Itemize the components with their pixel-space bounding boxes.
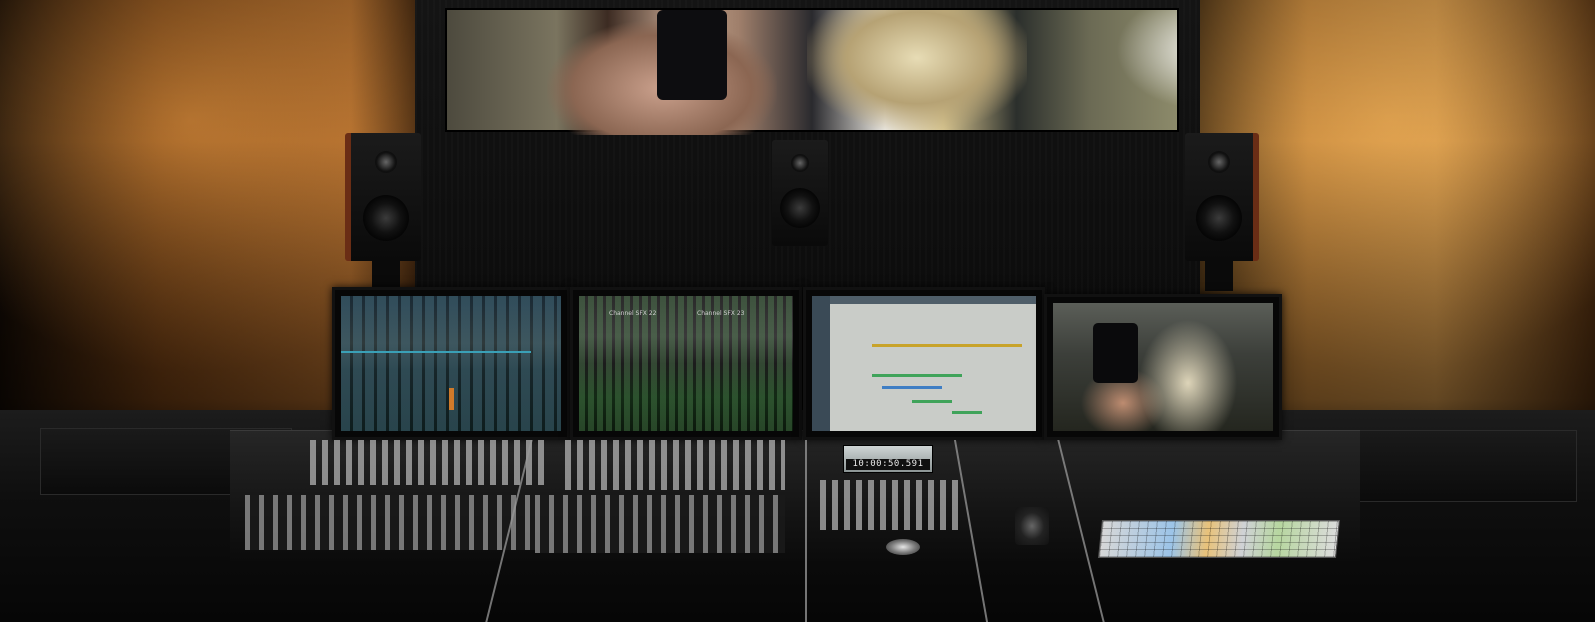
projected-figure [807, 10, 1027, 130]
center-woofer [780, 188, 820, 228]
projected-gun [657, 10, 727, 100]
daw-track [952, 411, 982, 414]
left-speaker [345, 133, 421, 261]
button-rows-center [565, 440, 785, 490]
center-speaker [772, 140, 828, 246]
timecode-display: 10:00:50.591 [843, 445, 933, 473]
studio-photo: Channel SFX 22 Channel SFX 23 10:00:50.5… [0, 0, 1595, 622]
daw-track [872, 374, 962, 377]
video-gun [1093, 323, 1138, 383]
daw-track [912, 400, 952, 403]
timecode-readout: 10:00:50.591 [846, 459, 930, 470]
video-screen [1053, 303, 1273, 431]
meter-strip [341, 351, 531, 353]
center-tweeter [791, 154, 809, 172]
right-speaker-stand [1205, 261, 1233, 291]
jog-wheel [886, 539, 920, 555]
video-monitor [1044, 294, 1282, 440]
daw-monitor [803, 287, 1045, 440]
left-woofer [363, 195, 409, 241]
mixer-monitor [332, 287, 570, 440]
transport-buttons [820, 480, 960, 530]
right-tweeter [1208, 151, 1230, 173]
button-rows-left [310, 440, 545, 485]
right-speaker [1185, 133, 1259, 261]
daw-track [872, 344, 1022, 347]
surround-joystick [1015, 507, 1049, 545]
daw-screen [812, 296, 1036, 431]
right-woofer [1196, 195, 1242, 241]
channel-screen: Channel SFX 22 Channel SFX 23 [579, 296, 793, 431]
console-edge [805, 440, 807, 622]
left-tweeter [375, 151, 397, 173]
channel-label-2: Channel SFX 23 [697, 310, 745, 317]
daw-track [882, 386, 942, 389]
fader-bank-center [535, 495, 785, 553]
fader-bank-left [245, 495, 535, 550]
channel-label-1: Channel SFX 22 [609, 310, 657, 317]
channel-monitor: Channel SFX 22 Channel SFX 23 [570, 287, 802, 440]
mixer-screen [341, 296, 561, 431]
editing-keyboard [1098, 520, 1340, 558]
projection-screen [445, 8, 1179, 135]
meter-bar [449, 388, 454, 410]
